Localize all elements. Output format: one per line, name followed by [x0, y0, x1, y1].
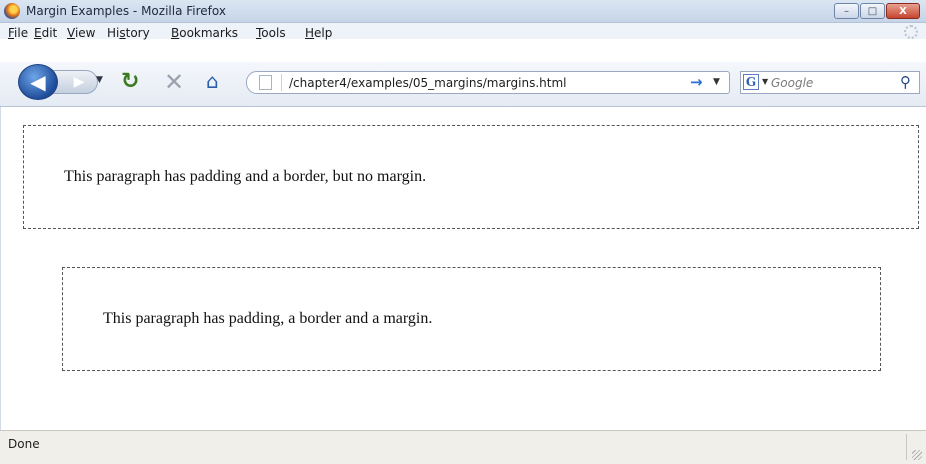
- home-icon[interactable]: ⌂: [206, 69, 219, 93]
- menu-bookmarks[interactable]: Bookmarks: [171, 26, 238, 40]
- engine-dropdown-icon[interactable]: ▼: [762, 77, 768, 86]
- menu-file[interactable]: File: [8, 26, 28, 40]
- firefox-logo-icon: [4, 3, 20, 19]
- search-bar[interactable]: G ▼ ⚲: [740, 71, 920, 94]
- paragraph-no-margin: This paragraph has padding and a border,…: [23, 125, 919, 229]
- window-title-bar: Margin Examples - Mozilla Firefox – □ X: [0, 0, 926, 23]
- paragraph-2-text: This paragraph has padding, a border and…: [103, 310, 433, 327]
- menu-view[interactable]: View: [67, 26, 95, 40]
- google-engine-icon[interactable]: G: [743, 74, 759, 90]
- url-text[interactable]: /chapter4/examples/05_margins/margins.ht…: [289, 76, 566, 90]
- magnifier-search-icon[interactable]: ⚲: [900, 73, 911, 91]
- menu-tools[interactable]: Tools: [256, 26, 286, 40]
- status-separator: [906, 434, 907, 460]
- navigation-toolbar: ▶ ◀ ▼ ↻ ✕ ⌂ /chapter4/examples/05_margin…: [0, 62, 926, 107]
- url-divider: [281, 74, 282, 91]
- history-dropdown-icon[interactable]: ▼: [96, 75, 103, 85]
- close-button[interactable]: X: [886, 3, 920, 19]
- back-button[interactable]: ◀: [18, 64, 58, 100]
- page-icon: [259, 75, 272, 90]
- back-arrow-icon: ◀: [30, 70, 46, 94]
- paragraph-1-text: This paragraph has padding and a border,…: [64, 168, 427, 185]
- forward-button[interactable]: ▶: [52, 70, 98, 94]
- minimize-button[interactable]: –: [834, 3, 859, 19]
- status-bar: Done: [0, 430, 926, 464]
- search-input[interactable]: [771, 74, 891, 91]
- maximize-button[interactable]: □: [860, 3, 885, 19]
- address-bar[interactable]: /chapter4/examples/05_margins/margins.ht…: [246, 71, 730, 94]
- status-text: Done: [8, 437, 40, 451]
- forward-arrow-icon: ▶: [73, 74, 85, 90]
- stop-icon[interactable]: ✕: [164, 68, 184, 96]
- menu-edit[interactable]: Edit: [34, 26, 57, 40]
- url-dropdown-icon[interactable]: ▼: [713, 77, 720, 87]
- menu-help[interactable]: Help: [305, 26, 332, 40]
- activity-throbber-icon: [904, 25, 918, 39]
- paragraph-with-margin: This paragraph has padding, a border and…: [62, 267, 881, 371]
- resize-grip-icon[interactable]: [912, 450, 922, 460]
- reload-icon[interactable]: ↻: [121, 69, 139, 94]
- menu-bar: File Edit View History Bookmarks Tools H…: [0, 23, 926, 40]
- go-arrow-icon[interactable]: →: [690, 73, 703, 91]
- page-content: This paragraph has padding and a border,…: [0, 107, 926, 430]
- menu-history[interactable]: History: [107, 26, 150, 40]
- window-title: Margin Examples - Mozilla Firefox: [26, 4, 226, 18]
